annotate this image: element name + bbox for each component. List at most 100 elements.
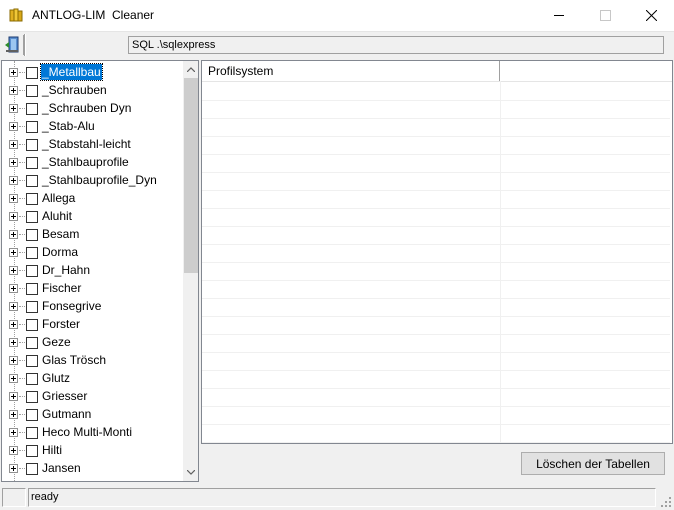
expand-plus-icon[interactable] (9, 158, 18, 167)
tree-item[interactable]: Allega (2, 189, 184, 207)
table-row[interactable] (202, 244, 670, 263)
tree-item[interactable]: _Schrauben Dyn (2, 99, 184, 117)
tree-item[interactable]: Jansen (2, 459, 184, 477)
tree-item-checkbox[interactable] (26, 391, 38, 403)
tree-item-label[interactable]: _Schrauben (41, 82, 108, 98)
table-row[interactable] (202, 136, 670, 155)
tree-item-label[interactable]: Jansen (41, 460, 82, 476)
tree-item-label[interactable]: _Stahlbauprofile_Dyn (41, 172, 158, 188)
tree-item-label[interactable]: Hilti (41, 442, 63, 458)
tree-item-label[interactable]: Fonsegrive (41, 298, 102, 314)
tree-item-checkbox[interactable] (26, 337, 38, 349)
tree-item-label[interactable]: Aluhit (41, 208, 73, 224)
expand-plus-icon[interactable] (9, 428, 18, 437)
tree-item-label[interactable]: Allega (41, 190, 76, 206)
tree-item[interactable]: Besam (2, 225, 184, 243)
expand-plus-icon[interactable] (9, 374, 18, 383)
close-button[interactable] (628, 0, 674, 31)
tree-item-checkbox[interactable] (26, 103, 38, 115)
tree-item[interactable]: _Stab-Alu (2, 117, 184, 135)
table-row[interactable] (202, 172, 670, 191)
tree-item[interactable]: _Stahlbauprofile_Dyn (2, 171, 184, 189)
column-header-empty[interactable] (500, 61, 672, 81)
tree-item[interactable]: Heco Multi-Monti (2, 423, 184, 441)
tree-item-label[interactable]: _Metallbau (40, 63, 103, 81)
table-row[interactable] (202, 280, 670, 299)
table-row[interactable] (202, 370, 670, 389)
tree-item-checkbox[interactable] (26, 283, 38, 295)
tree-item-label[interactable]: Griesser (41, 388, 88, 404)
tree-item-label[interactable]: Dorma (41, 244, 79, 260)
tree-item-checkbox[interactable] (26, 463, 38, 475)
tree-item[interactable]: Geze (2, 333, 184, 351)
expand-plus-icon[interactable] (9, 446, 18, 455)
expand-plus-icon[interactable] (9, 464, 18, 473)
expand-plus-icon[interactable] (9, 176, 18, 185)
table-row[interactable] (202, 352, 670, 371)
tree-item-label[interactable]: Forster (41, 316, 81, 332)
column-header-profilsystem[interactable]: Profilsystem (202, 61, 500, 81)
tree-scrollbar[interactable] (183, 61, 198, 481)
table-row[interactable] (202, 334, 670, 353)
tree-item[interactable]: Glas Trösch (2, 351, 184, 369)
tree-item-checkbox[interactable] (26, 157, 38, 169)
tree-item-checkbox[interactable] (26, 355, 38, 367)
tree-item-label[interactable]: Gutmann (41, 406, 92, 422)
tree-item[interactable]: Griesser (2, 387, 184, 405)
tree-item-checkbox[interactable] (26, 445, 38, 457)
expand-plus-icon[interactable] (9, 338, 18, 347)
tree-item-label[interactable]: _Stahlbauprofile (41, 154, 130, 170)
tree-item-label[interactable]: Fischer (41, 280, 82, 296)
tree-item-checkbox[interactable] (26, 85, 38, 97)
tree-item[interactable]: _Stabstahl-leicht (2, 135, 184, 153)
scroll-thumb[interactable] (184, 78, 198, 273)
exit-button[interactable] (3, 35, 24, 55)
expand-plus-icon[interactable] (9, 86, 18, 95)
table-row[interactable] (202, 406, 670, 425)
expand-plus-icon[interactable] (9, 194, 18, 203)
expand-plus-icon[interactable] (9, 392, 18, 401)
table-row[interactable] (202, 208, 670, 227)
expand-plus-icon[interactable] (9, 302, 18, 311)
table-row[interactable] (202, 190, 670, 209)
tree-item-checkbox[interactable] (26, 121, 38, 133)
tree-item-label[interactable]: Geze (41, 334, 72, 350)
tree-item-checkbox[interactable] (26, 481, 38, 482)
table-row[interactable] (202, 388, 670, 407)
manufacturer-tree[interactable]: _Metallbau _Schrauben _Schrauben Dyn _Stab-… (1, 60, 199, 482)
tree-item[interactable]: Dorma (2, 243, 184, 261)
delete-tables-button[interactable]: Löschen der Tabellen (521, 452, 665, 475)
tree-item-label[interactable]: Besam (41, 226, 80, 242)
profile-grid[interactable]: Profilsystem (201, 60, 673, 444)
tree-item[interactable]: Fonsegrive (2, 297, 184, 315)
table-row[interactable] (202, 226, 670, 245)
table-row[interactable] (202, 262, 670, 281)
tree-item-checkbox[interactable] (26, 319, 38, 331)
tree-item[interactable]: Aluhit (2, 207, 184, 225)
tree-item[interactable]: Hilti (2, 441, 184, 459)
expand-plus-icon[interactable] (9, 356, 18, 365)
tree-item-label[interactable]: _Stab-Alu (41, 118, 96, 134)
table-row[interactable] (202, 154, 670, 173)
scroll-down-arrow-icon[interactable] (183, 464, 198, 481)
tree-item-checkbox[interactable] (26, 67, 38, 79)
tree-item-label[interactable]: Heco Multi-Monti (41, 424, 133, 440)
tree-item-checkbox[interactable] (26, 193, 38, 205)
tree-item-checkbox[interactable] (26, 373, 38, 385)
expand-plus-icon[interactable] (9, 230, 18, 239)
expand-plus-icon[interactable] (9, 266, 18, 275)
tree-item[interactable]: Glutz (2, 369, 184, 387)
tree-item-label[interactable]: _Stabstahl-leicht (41, 136, 132, 152)
expand-plus-icon[interactable] (9, 140, 18, 149)
tree-item-checkbox[interactable] (26, 211, 38, 223)
table-row[interactable] (202, 118, 670, 137)
expand-plus-icon[interactable] (9, 284, 18, 293)
tree-item-label[interactable] (41, 478, 43, 481)
table-row[interactable] (202, 100, 670, 119)
tree-item[interactable] (2, 477, 184, 482)
tree-item-checkbox[interactable] (26, 301, 38, 313)
tree-item-label[interactable]: _Schrauben Dyn (41, 100, 132, 116)
tree-item[interactable]: Dr_Hahn (2, 261, 184, 279)
expand-plus-icon[interactable] (9, 104, 18, 113)
expand-plus-icon[interactable] (9, 320, 18, 329)
